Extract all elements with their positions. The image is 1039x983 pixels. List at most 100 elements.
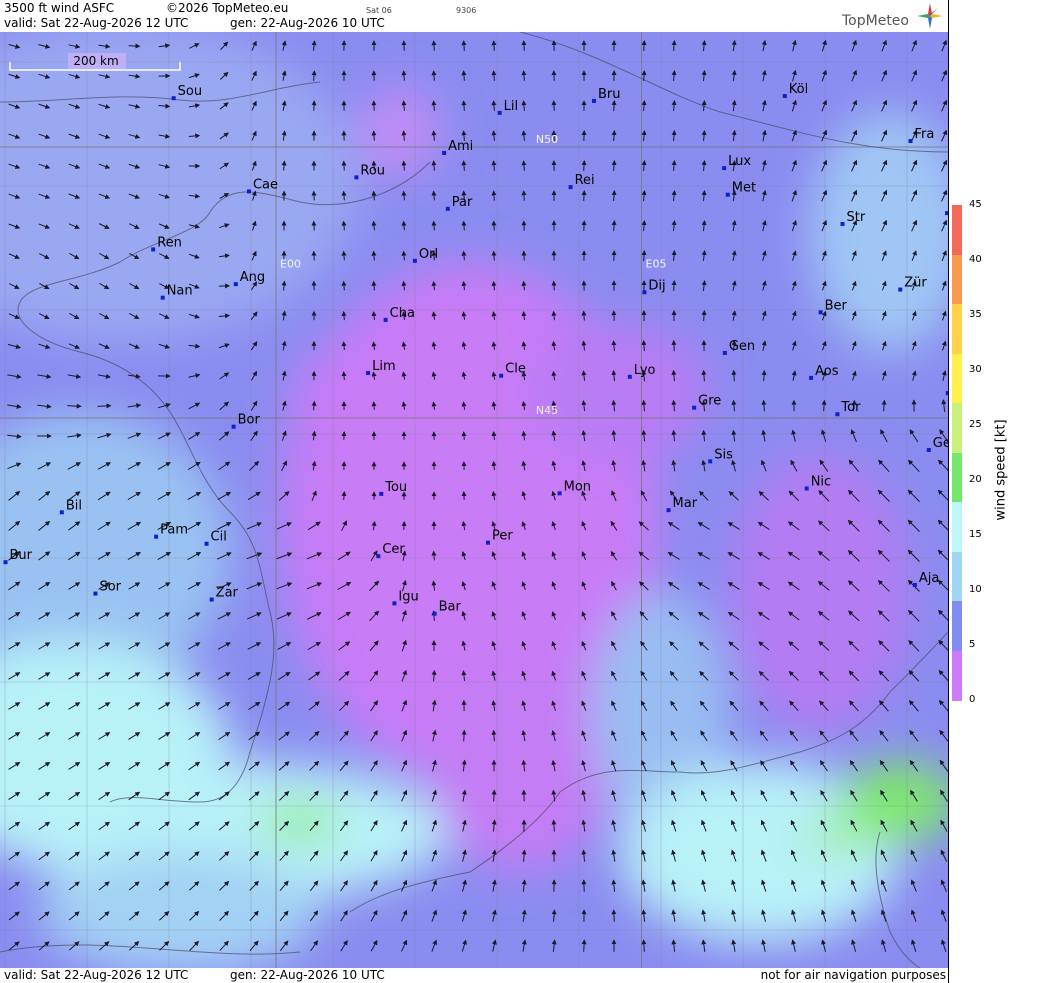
wind-map[interactable]: N50N45W05E00E05 SouPlyLilBruKölAmiFraLux… xyxy=(0,32,948,968)
grid-label: N50 xyxy=(536,133,558,146)
city-marker xyxy=(233,282,238,287)
wind-arrow xyxy=(491,220,497,231)
legend-color-segment xyxy=(952,551,962,602)
disclaimer: not for air navigation purposes xyxy=(760,968,946,982)
city-label: Ang xyxy=(240,270,265,285)
city-label: Bar xyxy=(439,600,462,615)
city-marker xyxy=(432,611,437,616)
wind-arrow xyxy=(341,371,347,380)
wind-arrow xyxy=(67,403,82,409)
brand-name: TopMeteo xyxy=(842,13,909,29)
wind-arrow xyxy=(341,280,347,291)
legend-color-segment xyxy=(952,304,962,355)
city-marker xyxy=(835,412,840,417)
city-label: Fra xyxy=(915,127,935,142)
legend-color-segment xyxy=(952,254,962,305)
legend-tick-label: 25 xyxy=(969,419,982,430)
city-label: Gen xyxy=(933,436,948,451)
map-header: 3500 ft wind ASFC ©2026 TopMeteo.eu Sat … xyxy=(0,0,948,32)
city-marker xyxy=(557,491,562,496)
wind-arrow xyxy=(581,310,587,321)
city-label: Str xyxy=(847,210,866,225)
city-marker xyxy=(151,247,156,252)
legend-tick-label: 30 xyxy=(969,364,982,375)
city-label: Lyo xyxy=(634,363,656,378)
legend-tick-label: 45 xyxy=(969,199,982,210)
wind-arrow xyxy=(611,909,617,922)
generated-time: gen: 22-Aug-2026 10 UTC xyxy=(230,16,385,30)
map-footer: valid: Sat 22-Aug-2026 12 UTC gen: 22-Au… xyxy=(0,968,948,983)
wind-arrow xyxy=(881,399,887,412)
city-marker xyxy=(354,175,359,180)
city-label: Zar xyxy=(216,586,239,601)
wind-arrow xyxy=(641,939,647,952)
city-label: Sor xyxy=(99,580,121,595)
city-label: Met xyxy=(732,181,756,196)
legend-tick-label: 40 xyxy=(969,254,982,265)
city-label: Cil xyxy=(211,530,227,545)
city-label: Per xyxy=(492,529,513,544)
city-marker xyxy=(840,221,845,226)
topmeteo-logo: TopMeteo xyxy=(838,2,948,30)
wind-map-canvas[interactable]: N50N45W05E00E05 SouPlyLilBruKölAmiFraLux… xyxy=(0,32,948,968)
city-label: Bur xyxy=(10,548,33,563)
wind-arrow xyxy=(521,70,527,81)
city-marker xyxy=(818,310,823,315)
city-label: Bil xyxy=(66,498,82,513)
city-marker xyxy=(445,206,450,211)
city-label: Bru xyxy=(598,87,621,102)
city-label: Gre xyxy=(698,394,721,409)
city-label: Lux xyxy=(728,154,751,169)
product-title: 3500 ft wind ASFC xyxy=(4,1,115,15)
wind-arrow xyxy=(311,70,317,81)
city-marker xyxy=(59,510,64,515)
city-label: Mar xyxy=(673,496,698,511)
wind-arrow xyxy=(341,310,347,321)
city-label: Igu xyxy=(398,589,418,604)
wind-arrow xyxy=(611,100,617,112)
legend-color-segment xyxy=(952,601,962,652)
city-marker xyxy=(366,371,371,376)
city-label: Gen xyxy=(729,339,755,354)
city-marker xyxy=(376,554,381,559)
city-label: Ren xyxy=(157,235,182,250)
city-marker xyxy=(204,541,209,546)
legend-color-segment xyxy=(952,205,962,256)
legend-color-segment xyxy=(952,403,962,454)
color-scale-bar xyxy=(952,205,962,701)
wind-arrow xyxy=(641,70,647,82)
wind-arrow xyxy=(431,40,437,51)
city-label: Rou xyxy=(360,163,385,178)
grid-label: E05 xyxy=(646,258,667,271)
city-label: Ber xyxy=(825,298,848,313)
wind-arrow xyxy=(371,130,377,141)
copyright: ©2026 TopMeteo.eu xyxy=(166,1,289,15)
wind-arrow xyxy=(311,250,317,261)
city-marker xyxy=(485,540,490,545)
city-label: Dij xyxy=(648,278,665,293)
legend-tick-label: 10 xyxy=(969,584,982,595)
city-label: Bor xyxy=(238,413,261,428)
city-marker xyxy=(209,597,214,602)
city-marker xyxy=(642,290,647,295)
wind-arrow xyxy=(611,220,617,232)
city-label: Mon xyxy=(564,479,591,494)
wind-arrow xyxy=(581,939,587,952)
wind-arrow xyxy=(97,403,112,409)
city-marker xyxy=(568,185,573,190)
city-label: Tou xyxy=(384,480,407,495)
wind-arrow xyxy=(491,789,497,802)
city-marker xyxy=(666,508,671,513)
city-marker xyxy=(383,317,388,322)
city-label: Sou xyxy=(178,84,202,99)
run-code: 9306 xyxy=(456,6,477,15)
city-label: Ami xyxy=(448,139,473,154)
wind-arrow xyxy=(401,100,407,111)
grid-label: N45 xyxy=(536,404,558,417)
wind-arrow xyxy=(341,491,347,501)
legend-tick-label: 0 xyxy=(969,694,976,705)
compass-star-icon xyxy=(917,3,943,29)
wind-arrow xyxy=(491,40,497,51)
city-marker xyxy=(804,486,809,491)
legend-tick-label: 5 xyxy=(969,639,976,650)
